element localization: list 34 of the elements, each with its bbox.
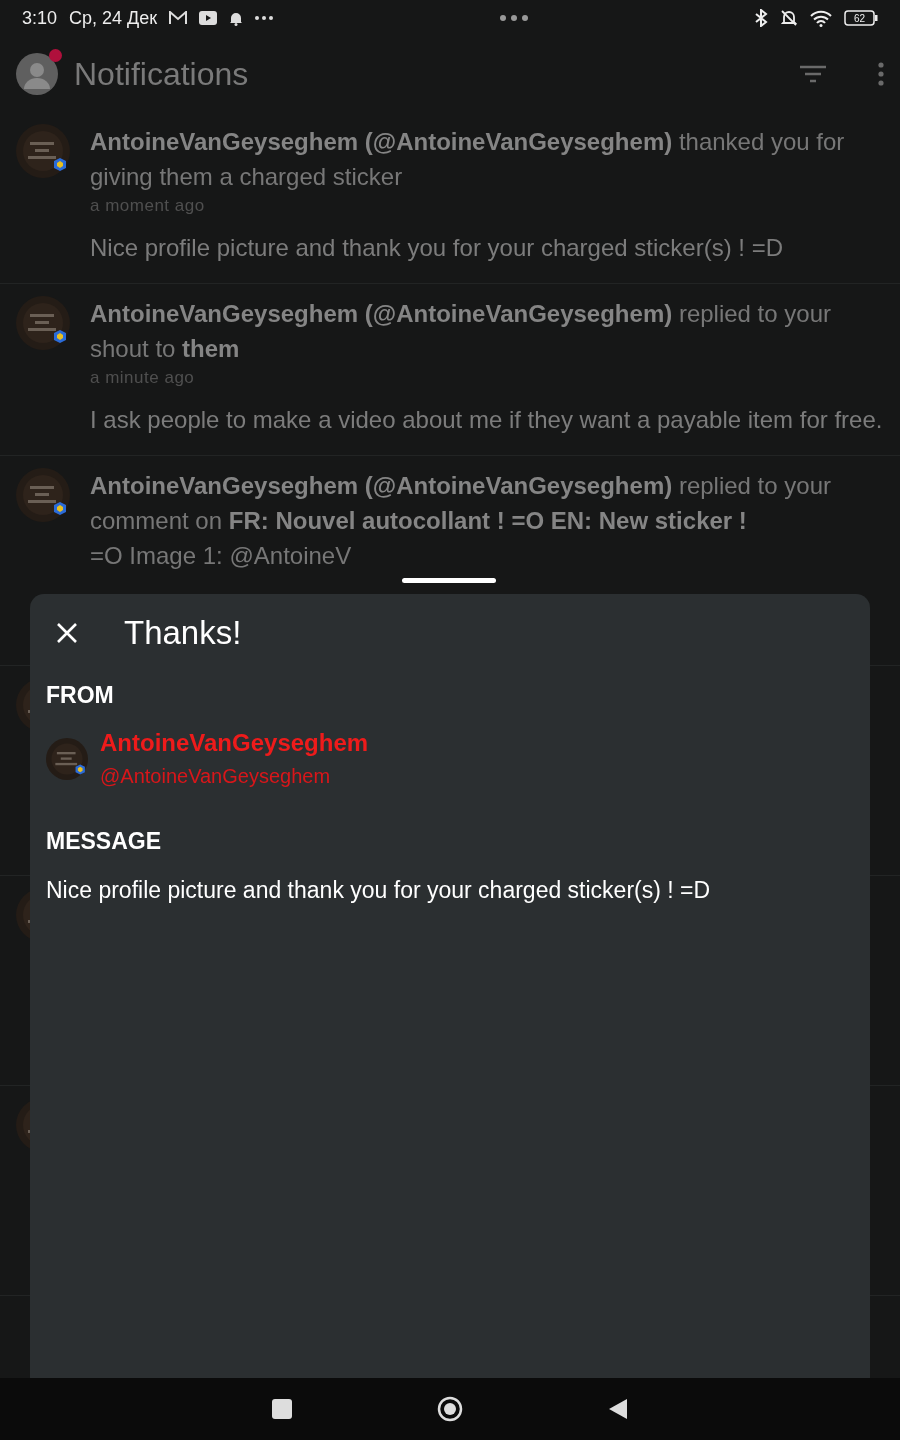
sheet-title: Thanks! bbox=[124, 614, 242, 652]
notification-text: AntoineVanGeyseghem (@AntoineVanGeyseghem) thanked you for giving them a charged sticker bbox=[90, 127, 846, 192]
message-text: Nice profile picture and thank you for your charged sticker(s) ! =D bbox=[46, 877, 712, 904]
video-icon bbox=[199, 11, 218, 25]
home-button[interactable] bbox=[437, 1396, 463, 1422]
section-label: MESSAGE bbox=[46, 828, 163, 855]
battery-icon: 62 bbox=[844, 10, 878, 26]
notification-message: I ask people to make a video about me if they want a payable item for free. bbox=[90, 405, 884, 435]
page-title: Notifications bbox=[74, 55, 250, 93]
more-icon bbox=[499, 15, 528, 21]
bell-icon bbox=[229, 10, 244, 26]
drag-handle[interactable] bbox=[402, 578, 496, 583]
bell-off-icon bbox=[780, 9, 798, 27]
timestamp: a moment ago bbox=[90, 196, 206, 216]
sender-handle[interactable]: @AntoineVanGeyseghem bbox=[100, 765, 369, 788]
clock: 3:10 bbox=[22, 7, 58, 29]
close-button[interactable] bbox=[56, 622, 78, 644]
back-button[interactable] bbox=[607, 1398, 628, 1420]
notification-message: Nice profile picture and thank you for your charged sticker(s) ! =D bbox=[90, 233, 784, 263]
bluetooth-icon bbox=[754, 9, 768, 27]
profile-avatar[interactable] bbox=[16, 53, 58, 95]
recents-button[interactable] bbox=[272, 1399, 293, 1419]
notification-text: AntoineVanGeyseghem (@AntoineVanGeyseghem) replied to your shout to them bbox=[90, 299, 832, 364]
date: Ср, 24 Дек bbox=[69, 7, 158, 29]
filter-icon[interactable] bbox=[800, 65, 826, 83]
wifi-icon bbox=[810, 9, 832, 27]
menu-icon[interactable] bbox=[878, 62, 884, 86]
mail-icon bbox=[169, 11, 188, 25]
more-icon bbox=[255, 16, 274, 20]
timestamp: a minute ago bbox=[90, 368, 196, 388]
section-label: FROM bbox=[46, 682, 115, 709]
notification-preview: =O Image 1: @AntoineV bbox=[90, 541, 353, 571]
notification-text: AntoineVanGeyseghem (@AntoineVanGeyseghem) replied to your comment on FR: Nouvel autocollant ! =O EN: New sticker ! bbox=[90, 471, 832, 536]
sender-name[interactable]: AntoineVanGeyseghem bbox=[100, 729, 369, 757]
